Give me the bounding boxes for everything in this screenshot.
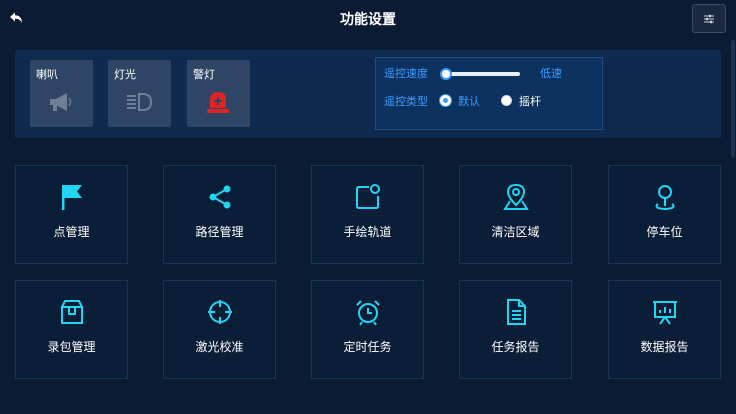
speed-slider[interactable] — [443, 72, 520, 76]
tile-laser-calibration[interactable]: 激光校准 — [163, 280, 276, 379]
megaphone-icon — [50, 93, 72, 111]
tile-label: 点管理 — [53, 225, 90, 239]
header-bar: 功能设置 — [0, 0, 736, 38]
tile-point-management[interactable]: 点管理 — [15, 165, 128, 264]
type-default-label[interactable]: 默认 — [458, 93, 480, 109]
alarm-clock-icon — [355, 300, 380, 326]
share-icon — [209, 185, 230, 209]
speed-slider-thumb[interactable] — [440, 68, 452, 80]
settings-button[interactable] — [692, 4, 726, 33]
draw-track-icon — [355, 184, 380, 209]
speed-value: 低速 — [540, 67, 562, 80]
tile-data-report[interactable]: 数据报告 — [608, 280, 721, 379]
headlight-icon — [127, 93, 153, 111]
location-area-icon — [502, 183, 529, 210]
tile-label: 任务报告 — [491, 340, 540, 354]
tile-label: 手绘轨道 — [343, 225, 392, 239]
light-label: 灯光 — [114, 68, 136, 81]
scrollbar[interactable] — [731, 40, 735, 158]
type-label: 遥控类型 — [384, 95, 428, 108]
sliders-icon — [704, 14, 714, 23]
speed-label: 遥控速度 — [384, 67, 428, 80]
horn-button[interactable]: 喇叭 — [30, 60, 93, 127]
parking-pin-icon — [655, 185, 674, 210]
warning-light-icon — [207, 92, 229, 113]
tile-label: 路径管理 — [195, 225, 244, 239]
type-joystick-label[interactable]: 摇杆 — [519, 93, 541, 109]
tile-task-report[interactable]: 任务报告 — [459, 280, 572, 379]
flag-icon — [61, 185, 82, 210]
type-joystick-radio[interactable] — [501, 95, 512, 106]
type-default-radio[interactable] — [440, 95, 451, 106]
warning-light-label: 警灯 — [193, 68, 215, 81]
document-icon — [506, 299, 526, 325]
crosshair-icon — [207, 300, 232, 324]
tile-label: 定时任务 — [343, 340, 392, 354]
tile-label: 激光校准 — [195, 340, 244, 354]
tile-path-management[interactable]: 路径管理 — [163, 165, 276, 264]
tile-cleaning-area[interactable]: 清洁区域 — [459, 165, 572, 264]
light-button[interactable]: 灯光 — [108, 60, 171, 127]
tile-label: 数据报告 — [640, 340, 689, 354]
tile-label: 录包管理 — [47, 340, 96, 354]
tile-package-management[interactable]: 录包管理 — [15, 280, 128, 379]
warning-light-button[interactable]: 警灯 — [187, 60, 250, 127]
page-title: 功能设置 — [340, 12, 396, 28]
presentation-chart-icon — [652, 301, 677, 325]
control-panel: 喇叭 灯光 警灯 遥控速度 低速 遥控类型 默认 摇杆 — [15, 50, 721, 138]
tile-scheduled-task[interactable]: 定时任务 — [311, 280, 424, 379]
horn-label: 喇叭 — [36, 68, 58, 81]
package-icon — [59, 300, 84, 324]
tile-label: 清洁区域 — [491, 225, 540, 239]
remote-settings: 遥控速度 低速 遥控类型 默认 摇杆 — [375, 57, 603, 130]
tile-hand-drawn-track[interactable]: 手绘轨道 — [311, 165, 424, 264]
tile-parking-spot[interactable]: 停车位 — [608, 165, 721, 264]
tile-label: 停车位 — [646, 225, 683, 239]
